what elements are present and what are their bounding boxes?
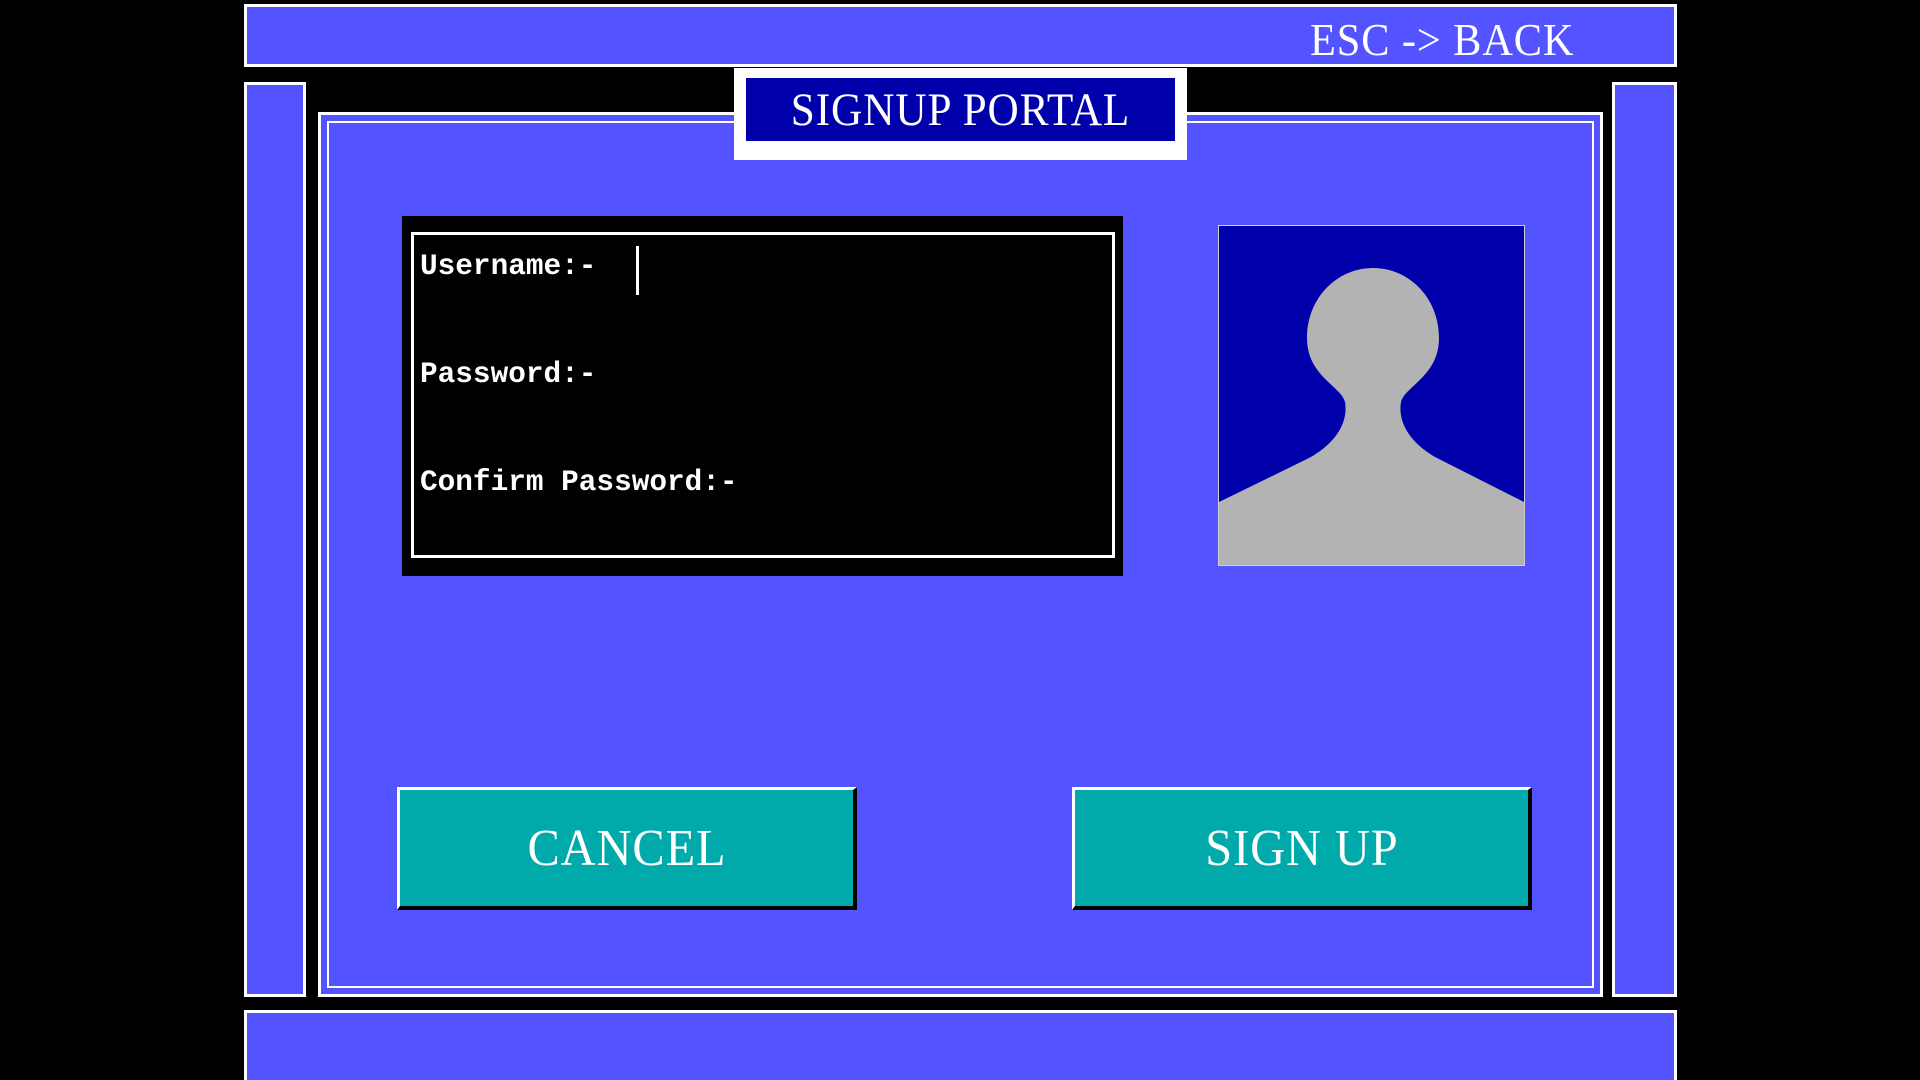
cancel-button[interactable]: CANCEL xyxy=(397,787,857,910)
bottom-bar xyxy=(244,1010,1677,1080)
password-field[interactable]: Password:- xyxy=(420,358,596,392)
sign-up-button-label: SIGN UP xyxy=(1204,819,1399,877)
top-bar: ESC -> BACK xyxy=(244,4,1677,67)
text-cursor xyxy=(636,246,639,295)
user-silhouette-icon xyxy=(1219,268,1524,565)
title-plate: SIGNUP PORTAL xyxy=(746,78,1175,141)
username-field[interactable]: Username:- xyxy=(420,250,596,284)
cancel-button-label: CANCEL xyxy=(526,819,727,877)
esc-back-hint[interactable]: ESC -> BACK xyxy=(1310,13,1574,66)
signup-screen: ESC -> BACK SIGNUP PORTAL Username:- Pas… xyxy=(240,0,1680,1080)
page-title: SIGNUP PORTAL xyxy=(790,83,1131,136)
avatar xyxy=(1218,225,1525,566)
right-frame-pillar xyxy=(1612,82,1677,997)
confirm-password-field[interactable]: Confirm Password:- xyxy=(420,466,738,500)
sign-up-button[interactable]: SIGN UP xyxy=(1072,787,1532,910)
left-frame-pillar xyxy=(244,82,306,997)
